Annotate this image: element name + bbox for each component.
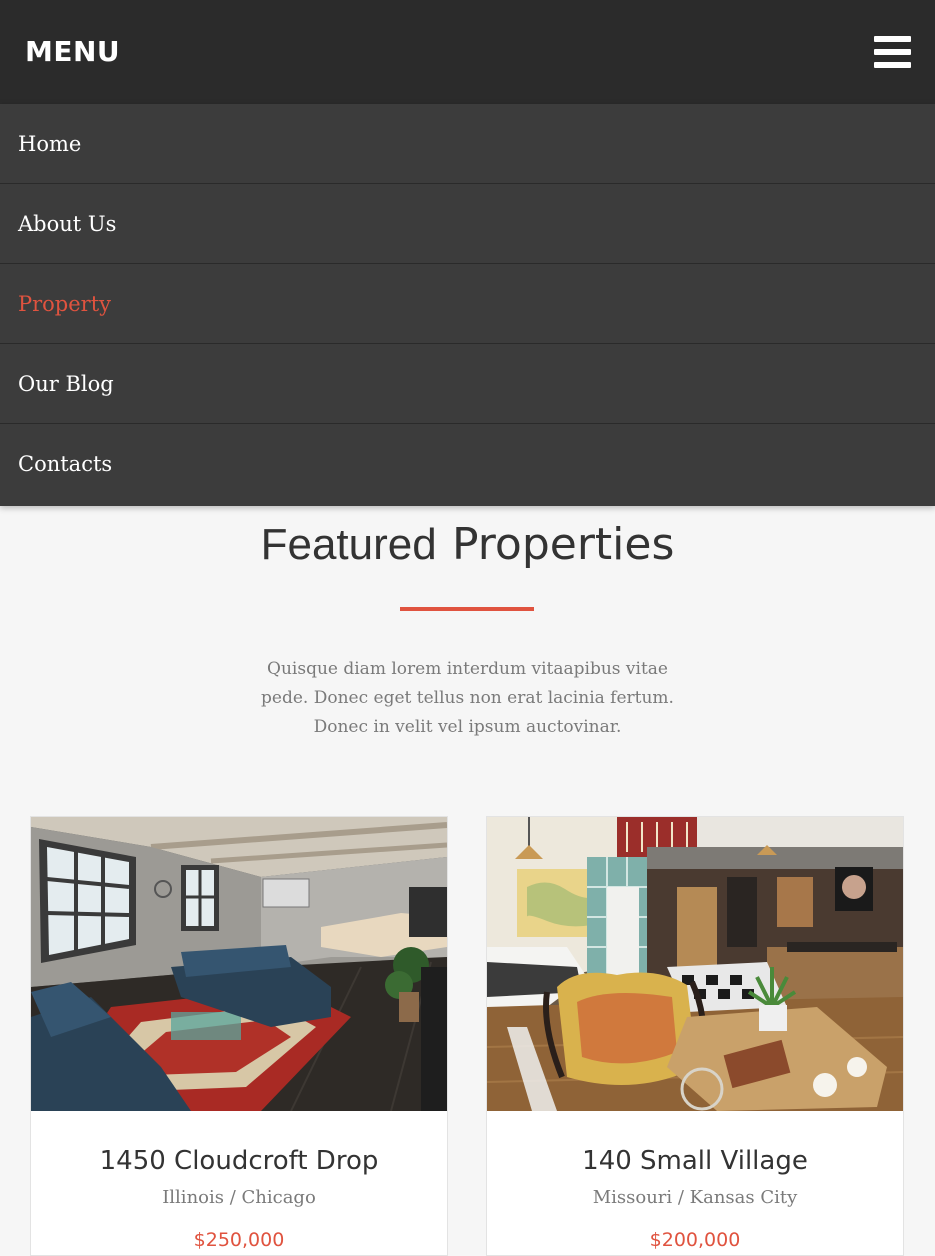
nav-item-contacts: Contacts <box>0 424 935 506</box>
nav-link-home[interactable]: Home <box>0 104 935 184</box>
top-bar: MENU <box>0 0 935 104</box>
property-name[interactable]: 1450 Cloudcroft Drop <box>31 1143 447 1179</box>
section-intro: Quisque diam lorem interdum vitaapibus v… <box>261 659 674 737</box>
property-card[interactable]: 140 Small Village Missouri / Kansas City… <box>486 816 904 1256</box>
section-title-bold: Properties <box>452 519 675 570</box>
property-photo-living-room[interactable] <box>31 817 447 1111</box>
nav-item-our-blog: Our Blog <box>0 344 935 424</box>
nav-item-about-us: About Us <box>0 184 935 264</box>
menu-title: MENU <box>25 35 121 68</box>
nav-link-our-blog[interactable]: Our Blog <box>0 344 935 424</box>
section-title-light: Featured <box>260 520 437 569</box>
property-location: Illinois / Chicago <box>162 1187 316 1208</box>
property-card[interactable]: 1450 Cloudcroft Drop Illinois / Chicago … <box>30 816 448 1256</box>
nav-link-property[interactable]: Property <box>0 264 935 344</box>
nav-item-home: Home <box>0 104 935 184</box>
property-name[interactable]: 140 Small Village <box>487 1143 903 1179</box>
hamburger-line <box>874 49 911 55</box>
property-price: $250,000 <box>193 1229 285 1251</box>
title-underline <box>400 607 534 611</box>
hamburger-icon[interactable] <box>874 36 911 68</box>
property-photo-studio[interactable] <box>487 817 903 1111</box>
nav-link-contacts[interactable]: Contacts <box>0 424 935 504</box>
hamburger-line <box>874 36 911 42</box>
nav-menu: Home About Us Property Our Blog Contacts <box>0 104 935 506</box>
property-price: $200,000 <box>649 1229 741 1251</box>
hamburger-line <box>874 62 911 68</box>
nav-link-about-us[interactable]: About Us <box>0 184 935 264</box>
nav-item-property: Property <box>0 264 935 344</box>
section-title: Featured Properties <box>0 514 935 576</box>
property-location: Missouri / Kansas City <box>592 1187 798 1208</box>
